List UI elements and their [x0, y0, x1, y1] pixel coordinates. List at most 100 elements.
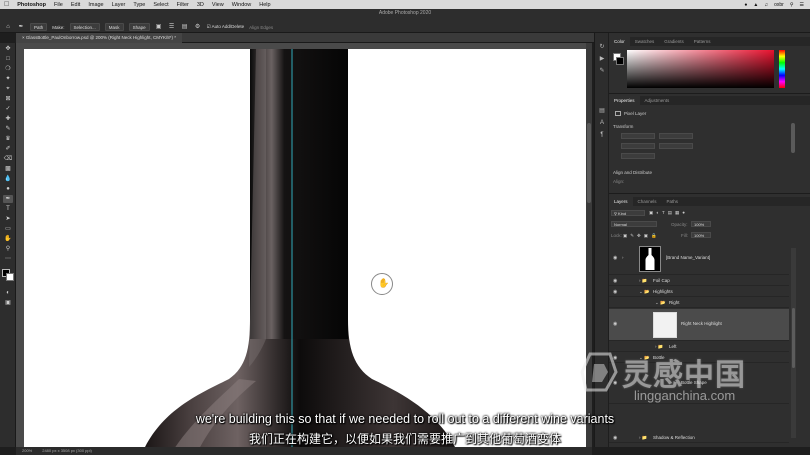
menu-image[interactable]: Image: [88, 2, 103, 8]
layer-name[interactable]: Right: [669, 300, 680, 305]
hand-tool-icon[interactable]: ✋: [3, 235, 13, 243]
tab-paths[interactable]: Paths: [662, 197, 684, 206]
menu-type[interactable]: Type: [133, 2, 145, 8]
lock-icons[interactable]: ▣✎✥▣🔒: [623, 233, 660, 239]
layer-name[interactable]: Right Neck Highlight: [681, 321, 722, 326]
layer-row[interactable]: ◉ › [Brand Name_Variant]: [609, 243, 789, 275]
tab-patterns[interactable]: Patterns: [689, 37, 716, 46]
layers-scrollbar[interactable]: [791, 248, 796, 438]
layer-name[interactable]: Highlights: [653, 289, 673, 294]
tab-properties[interactable]: Properties: [609, 96, 640, 105]
quick-mask-icon[interactable]: ◐: [3, 289, 13, 297]
zoom-tool-icon[interactable]: ⚲: [3, 245, 13, 253]
layer-row-selected[interactable]: ◉ Right Neck Highlight: [609, 309, 789, 341]
frame-tool-icon[interactable]: ⊠: [3, 95, 13, 103]
clone-stamp-tool-icon[interactable]: ♛: [3, 135, 13, 143]
type-tool-icon[interactable]: T: [3, 205, 13, 213]
eyedropper-tool-icon[interactable]: ✓: [3, 105, 13, 113]
path-operations-icon[interactable]: ▣: [155, 23, 163, 31]
menu-window[interactable]: Window: [232, 2, 252, 8]
menu-edit[interactable]: Edit: [71, 2, 80, 8]
layer-row[interactable]: ⌄ 📂 Right: [609, 298, 789, 308]
screen-mode-icon[interactable]: ▣: [3, 299, 13, 307]
layer-row[interactable]: ◉ › 📁 Foil Cap: [609, 276, 789, 286]
move-tool-icon[interactable]: ✥: [3, 45, 13, 53]
path-selection-tool-icon[interactable]: ➤: [3, 215, 13, 223]
layer-row[interactable]: ◉ ⌄ 📂 Highlights: [609, 287, 789, 297]
brush-settings-icon[interactable]: ✎: [598, 67, 606, 75]
fill-field[interactable]: 100%: [691, 232, 711, 238]
layer-name[interactable]: Foil Cap: [653, 278, 670, 283]
paragraph-panel-icon[interactable]: ¶: [598, 131, 606, 139]
menu-filter[interactable]: Filter: [177, 2, 189, 8]
menu-layer[interactable]: Layer: [112, 2, 126, 8]
x-position-field[interactable]: [621, 143, 655, 149]
shape-button[interactable]: Shape: [128, 23, 150, 31]
scrollbar-thumb[interactable]: [587, 123, 591, 203]
height-field[interactable]: [659, 133, 693, 139]
gradient-tool-icon[interactable]: ▩: [3, 165, 13, 173]
eraser-tool-icon[interactable]: ⌫: [3, 155, 13, 163]
healing-brush-tool-icon[interactable]: ✚: [3, 115, 13, 123]
brush-tool-icon[interactable]: ✎: [3, 125, 13, 133]
blur-tool-icon[interactable]: 💧: [3, 175, 13, 183]
history-brush-tool-icon[interactable]: ✐: [3, 145, 13, 153]
tab-color[interactable]: Color: [609, 37, 630, 46]
libraries-panel-icon[interactable]: ▤: [598, 107, 606, 115]
zoom-level[interactable]: 200%: [22, 447, 32, 455]
eye-icon[interactable]: ◉: [613, 321, 617, 327]
quick-select-tool-icon[interactable]: ✦: [3, 75, 13, 83]
tab-channels[interactable]: Channels: [633, 197, 662, 206]
tab-layers[interactable]: Layers: [609, 197, 633, 206]
status-icon[interactable]: ●: [744, 2, 747, 8]
tab-swatches[interactable]: Swatches: [630, 37, 660, 46]
wifi-icon[interactable]: ▲: [753, 2, 758, 8]
y-position-field[interactable]: [659, 143, 693, 149]
history-panel-icon[interactable]: ↻: [598, 43, 606, 51]
layer-name[interactable]: [Brand Name_Variant]: [666, 255, 710, 260]
width-field[interactable]: [621, 133, 655, 139]
eye-icon[interactable]: ◉: [613, 255, 617, 261]
layer-filter-select[interactable]: ⚲ Kind: [611, 210, 645, 216]
character-panel-icon[interactable]: A: [598, 119, 606, 127]
scrollbar-thumb[interactable]: [792, 308, 795, 368]
marquee-tool-icon[interactable]: □: [3, 55, 13, 63]
crop-tool-icon[interactable]: ⌖: [3, 85, 13, 93]
hue-slider[interactable]: [779, 50, 785, 88]
dodge-tool-icon[interactable]: ●: [3, 185, 13, 193]
path-arrangement-icon[interactable]: ▤: [181, 23, 189, 31]
properties-scrollbar[interactable]: [791, 123, 795, 153]
gear-icon[interactable]: ⚙: [194, 23, 202, 31]
layer-filter-icons[interactable]: ▣◐T▤▦●: [649, 210, 688, 216]
transform-section-label[interactable]: Transform: [613, 124, 633, 129]
tool-mode-select[interactable]: Path: [30, 23, 48, 31]
eye-icon[interactable]: ◉: [613, 289, 617, 295]
align-edges-label[interactable]: Align Edges: [249, 25, 273, 30]
path-alignment-icon[interactable]: ☰: [168, 23, 176, 31]
blend-mode-select[interactable]: Normal: [611, 221, 657, 227]
rectangle-tool-icon[interactable]: ▭: [3, 225, 13, 233]
tab-adjustments[interactable]: Adjustments: [640, 96, 675, 105]
selection-button[interactable]: Selection...: [69, 23, 100, 31]
document-size[interactable]: 2480 px x 3508 px (300 ppi): [42, 447, 92, 455]
auto-add-delete-checkbox[interactable]: ☑ Auto Add/Delete: [207, 24, 245, 30]
canvas-area[interactable]: ✋: [16, 43, 592, 447]
chevron-icon[interactable]: ›: [622, 255, 624, 260]
eye-icon[interactable]: ◉: [613, 278, 617, 284]
menu-app-name[interactable]: Photoshop: [17, 2, 46, 8]
menu-view[interactable]: View: [212, 2, 224, 8]
menu-help[interactable]: Help: [259, 2, 270, 8]
mask-button[interactable]: Mask: [104, 23, 124, 31]
color-picker-field[interactable]: [627, 50, 774, 88]
align-distribute-label[interactable]: Align and Distribute: [613, 170, 652, 175]
menu-select[interactable]: Select: [153, 2, 168, 8]
home-icon[interactable]: ⌂: [4, 23, 12, 31]
apple-icon[interactable]: : [4, 0, 9, 9]
volume-icon[interactable]: ♫: [764, 2, 768, 8]
menu-user[interactable]: oxbr: [774, 2, 784, 8]
actions-panel-icon[interactable]: ▶: [598, 55, 606, 63]
pen-tool-icon[interactable]: ✒: [17, 23, 25, 31]
angle-field[interactable]: [621, 153, 655, 159]
search-icon[interactable]: ⚲: [790, 2, 794, 8]
menu-list-icon[interactable]: ☰: [800, 2, 804, 8]
